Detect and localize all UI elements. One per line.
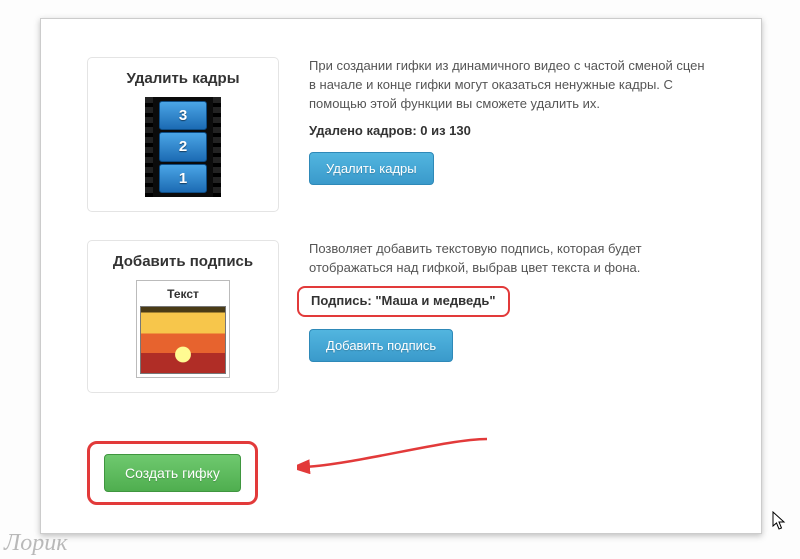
add-caption-button[interactable]: Добавить подпись bbox=[309, 329, 453, 362]
filmstrip-frame: 3 bbox=[159, 101, 207, 130]
watermark-text: Лорик bbox=[4, 530, 67, 557]
caption-thumb-label: Текст bbox=[140, 284, 226, 306]
page-root: Удалить кадры 3 2 1 При создании гифки и… bbox=[0, 0, 800, 559]
submit-row: Создать гифку bbox=[87, 441, 715, 505]
section-delete-frames: Удалить кадры 3 2 1 При создании гифки и… bbox=[87, 57, 715, 212]
annotation-arrow-icon bbox=[297, 429, 497, 499]
filmstrip-frame: 1 bbox=[159, 164, 207, 193]
delete-description-text: При создании гифки из динамичного видео … bbox=[309, 57, 715, 114]
main-panel: Удалить кадры 3 2 1 При создании гифки и… bbox=[40, 18, 762, 534]
card-delete-frames: Удалить кадры 3 2 1 bbox=[87, 57, 279, 212]
delete-status: Удалено кадров: 0 из 130 bbox=[309, 122, 715, 141]
caption-thumb-icon bbox=[140, 306, 226, 374]
caption-thumb-wrapper: Текст bbox=[136, 280, 230, 378]
create-gif-button[interactable]: Создать гифку bbox=[104, 454, 241, 492]
filmstrip-frame: 2 bbox=[159, 132, 207, 161]
submit-highlight-box: Создать гифку bbox=[87, 441, 258, 505]
card-caption-title: Добавить подпись bbox=[98, 253, 268, 270]
mouse-cursor-icon bbox=[772, 511, 786, 531]
delete-description-block: При создании гифки из динамичного видео … bbox=[309, 57, 715, 212]
card-add-caption: Добавить подпись Текст bbox=[87, 240, 279, 393]
caption-description-text: Позволяет добавить текстовую подпись, ко… bbox=[309, 240, 715, 278]
caption-status: Подпись: "Маша и медведь" bbox=[311, 292, 496, 311]
section-add-caption: Добавить подпись Текст Позволяет добавит… bbox=[87, 240, 715, 393]
card-delete-title: Удалить кадры bbox=[98, 70, 268, 87]
filmstrip-icon: 3 2 1 bbox=[145, 97, 221, 197]
delete-frames-button[interactable]: Удалить кадры bbox=[309, 152, 434, 185]
caption-status-highlight: Подпись: "Маша и медведь" bbox=[297, 286, 510, 317]
caption-description-block: Позволяет добавить текстовую подпись, ко… bbox=[309, 240, 715, 393]
